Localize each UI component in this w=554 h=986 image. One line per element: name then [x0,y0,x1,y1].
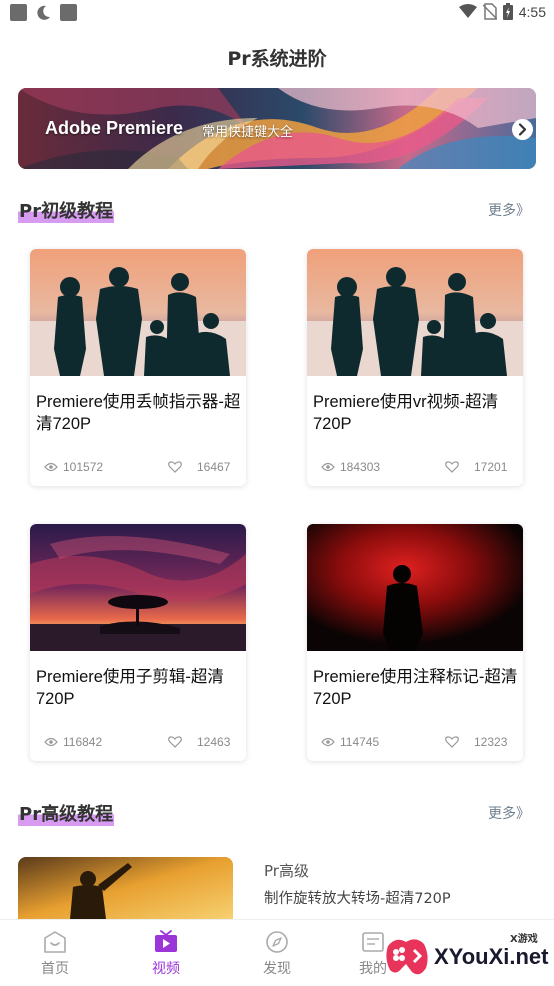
view-count: 184303 [321,460,380,474]
video-card[interactable]: Premiere使用注释标记-超清720P 114745 12323 [307,524,523,761]
video-thumbnail [307,249,523,376]
heart-icon[interactable] [445,736,459,748]
video-thumbnail [307,524,523,651]
promo-banner[interactable]: Adobe Premiere 常用快捷键大全 [18,88,536,169]
wifi-icon [458,4,477,18]
video-title: Premiere使用vr视频-超清720P [313,393,499,433]
view-count-value: 101572 [63,460,104,474]
like-count: 12323 [445,735,507,749]
home-icon [44,931,66,953]
like-count: 17201 [445,460,507,474]
video-card[interactable]: Premiere使用vr视频-超清720P 184303 17201 [307,249,523,486]
nav-item-video[interactable]: 视频 [131,930,201,978]
view-count: 114745 [321,735,379,749]
video-thumbnail[interactable] [18,857,233,919]
eye-icon [321,737,335,747]
like-count-value: 16467 [197,460,231,474]
tv-icon [155,930,177,952]
page-title: Pr系统进阶 [227,48,327,70]
notification-square-icon [10,4,27,21]
video-title: Premiere使用丢帧指示器-超清720P [36,393,241,433]
like-count: 16467 [168,460,230,474]
view-count: 116842 [44,735,102,749]
video-card[interactable]: Premiere使用子剪辑-超清720P 116842 12463 [30,524,246,761]
section-title-basic: Pr初级教程 [18,197,115,223]
nav-item-home[interactable]: 首页 [20,930,90,978]
view-count-value: 116842 [63,735,103,749]
video-title: Premiere使用注释标记-超清720P [313,668,518,708]
like-count-value: 17201 [474,460,508,474]
chevron-right-circle-icon[interactable] [512,119,533,140]
nav-label-discover: 发现 [263,961,291,977]
video-card[interactable]: Premiere使用丢帧指示器-超清720P 101572 16467 [30,249,246,486]
compass-icon [266,931,288,953]
heart-icon[interactable] [445,461,459,473]
more-link-advanced[interactable]: 更多》 [488,803,530,823]
watermark-logo: X游戏 XYouXi.net [380,928,550,980]
list-item-title[interactable]: 制作旋转放大转场-超清720P [264,887,451,908]
video-thumbnail [30,524,246,651]
heart-icon[interactable] [168,461,182,473]
nav-label-home: 首页 [41,961,69,977]
heart-icon[interactable] [168,736,182,748]
eye-icon [44,737,58,747]
watermark-text: XYouXi.net [434,944,549,969]
nav-label-video: 视频 [152,961,180,977]
section-title-advanced: Pr高级教程 [18,800,115,826]
video-thumbnail [30,249,246,376]
view-count-value: 114745 [340,735,380,749]
view-count-value: 184303 [340,460,381,474]
gamepad-icon [386,939,428,975]
notification-square-icon [60,4,77,21]
nav-item-discover[interactable]: 发现 [242,930,312,978]
eye-icon [44,462,58,472]
watermark-small-text: X游戏 [510,934,538,945]
list-item-category: Pr高级 [264,862,309,880]
video-title: Premiere使用子剪辑-超清720P [36,668,224,708]
banner-title: Adobe Premiere [45,118,184,138]
status-bar: 4:55 [0,0,554,26]
more-link-basic[interactable]: 更多》 [488,200,530,220]
like-count: 12463 [168,735,230,749]
like-count-value: 12323 [474,735,508,749]
no-sim-icon [482,3,497,20]
do-not-disturb-moon-icon [35,4,52,21]
clock-time: 4:55 [518,3,546,20]
eye-icon [321,462,335,472]
battery-charging-icon [502,3,513,20]
view-count: 101572 [44,460,103,474]
banner-subtitle: 常用快捷键大全 [202,125,294,140]
like-count-value: 12463 [197,735,231,749]
